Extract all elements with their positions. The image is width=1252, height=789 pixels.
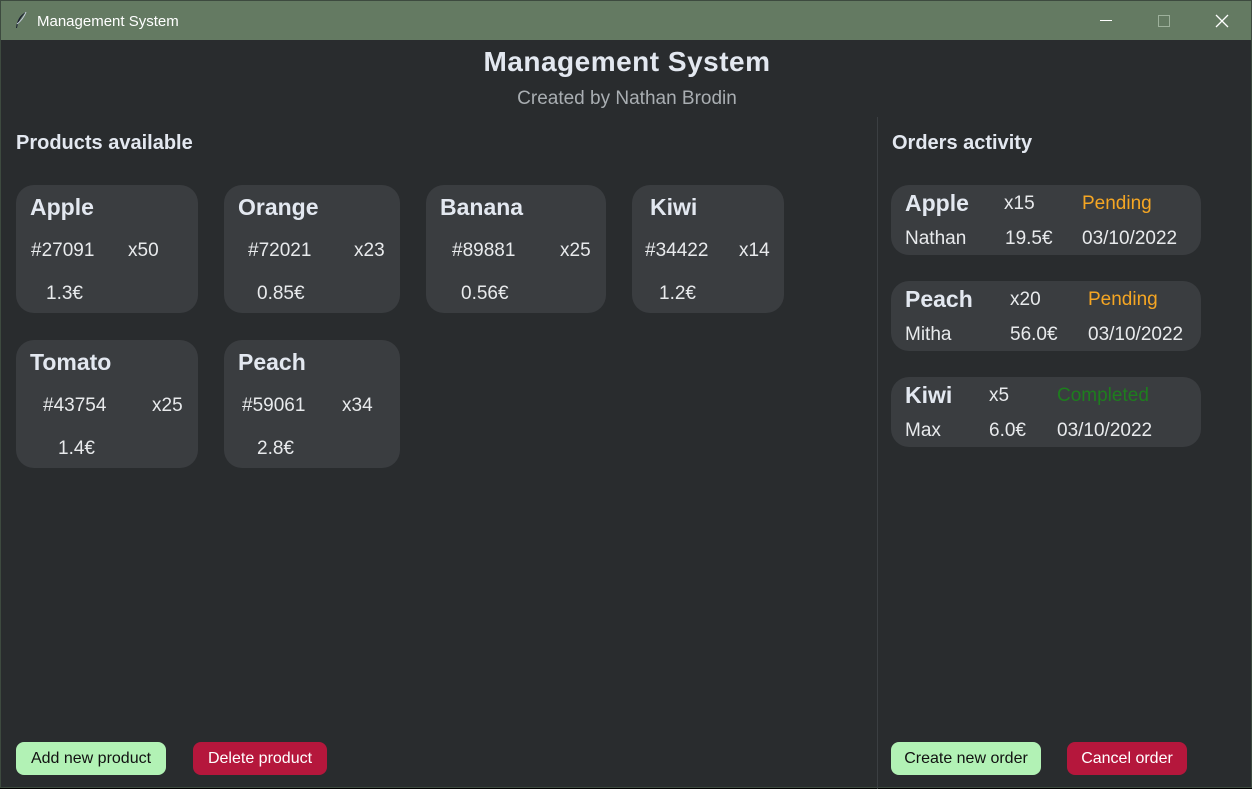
order-status: Pending [1088, 289, 1158, 310]
title-bar[interactable]: Management System [1, 1, 1251, 40]
cancel-order-button[interactable]: Cancel order [1067, 742, 1187, 775]
product-price: 0.56€ [461, 283, 509, 304]
order-date: 03/10/2022 [1082, 228, 1178, 249]
product-price: 1.2€ [659, 283, 696, 304]
product-quantity: x25 [560, 240, 591, 261]
close-icon [1215, 14, 1229, 28]
product-name: Peach [238, 349, 306, 375]
order-total: 19.5€ [1005, 228, 1053, 249]
order-product: Apple [905, 190, 969, 216]
app-window: Management System Management System Crea… [0, 0, 1252, 789]
delete-product-button[interactable]: Delete product [193, 742, 327, 775]
product-quantity: x50 [128, 240, 159, 261]
product-quantity: x14 [739, 240, 770, 261]
order-product: Peach [905, 286, 973, 312]
order-card[interactable]: Peach x20 Pending Mitha 56.0€ 03/10/2022 [891, 281, 1201, 351]
product-code: #27091 [31, 240, 95, 261]
product-name: Orange [238, 194, 319, 220]
order-date: 03/10/2022 [1057, 420, 1153, 441]
order-card[interactable]: Apple x15 Pending Nathan 19.5€ 03/10/202… [891, 185, 1201, 255]
app-title: Management System [483, 46, 771, 77]
product-name: Banana [440, 194, 524, 220]
order-quantity: x5 [989, 385, 1010, 406]
order-customer: Mitha [905, 324, 952, 345]
order-customer: Nathan [905, 228, 967, 249]
product-quantity: x34 [342, 395, 373, 416]
order-status: Completed [1057, 385, 1149, 406]
maximize-icon [1158, 14, 1170, 27]
product-name: Kiwi [650, 194, 698, 220]
product-card[interactable]: Apple #27091 x50 1.3€ [16, 185, 198, 313]
window-title: Management System [37, 13, 179, 30]
panel-divider [877, 117, 878, 789]
app-subtitle: Created by Nathan Brodin [517, 88, 737, 109]
product-code: #72021 [248, 240, 312, 261]
product-card[interactable]: Tomato #43754 x25 1.4€ [16, 340, 198, 468]
orders-heading: Orders activity [892, 132, 1033, 154]
feather-icon [14, 11, 28, 29]
product-card[interactable]: Banana #89881 x25 0.56€ [426, 185, 606, 313]
add-product-button[interactable]: Add new product [16, 742, 166, 775]
order-quantity: x20 [1010, 289, 1041, 310]
order-product: Kiwi [905, 382, 953, 408]
product-code: #34422 [645, 240, 709, 261]
product-card[interactable]: Orange #72021 x23 0.85€ [224, 185, 400, 313]
product-code: #43754 [43, 395, 107, 416]
order-total: 6.0€ [989, 420, 1026, 441]
order-customer: Max [905, 420, 941, 441]
product-quantity: x23 [354, 240, 385, 261]
create-order-button[interactable]: Create new order [891, 742, 1041, 775]
order-quantity: x15 [1004, 193, 1035, 214]
product-card[interactable]: Peach #59061 x34 2.8€ [224, 340, 400, 468]
order-date: 03/10/2022 [1088, 324, 1184, 345]
product-name: Apple [30, 194, 94, 220]
order-total: 56.0€ [1010, 324, 1058, 345]
product-card[interactable]: Kiwi #34422 x14 1.2€ [632, 185, 784, 313]
product-price: 0.85€ [257, 283, 305, 304]
minimize-button[interactable] [1077, 1, 1135, 40]
product-code: #89881 [452, 240, 516, 261]
product-price: 2.8€ [257, 438, 294, 459]
order-card[interactable]: Kiwi x5 Completed Max 6.0€ 03/10/2022 [891, 377, 1201, 447]
product-price: 1.3€ [46, 283, 83, 304]
product-quantity: x25 [152, 395, 183, 416]
product-price: 1.4€ [58, 438, 95, 459]
product-name: Tomato [30, 349, 112, 375]
products-heading: Products available [16, 132, 193, 154]
close-button[interactable] [1193, 1, 1251, 40]
order-status: Pending [1082, 193, 1152, 214]
maximize-button[interactable] [1135, 1, 1193, 40]
product-code: #59061 [242, 395, 306, 416]
minimize-icon [1100, 19, 1112, 22]
